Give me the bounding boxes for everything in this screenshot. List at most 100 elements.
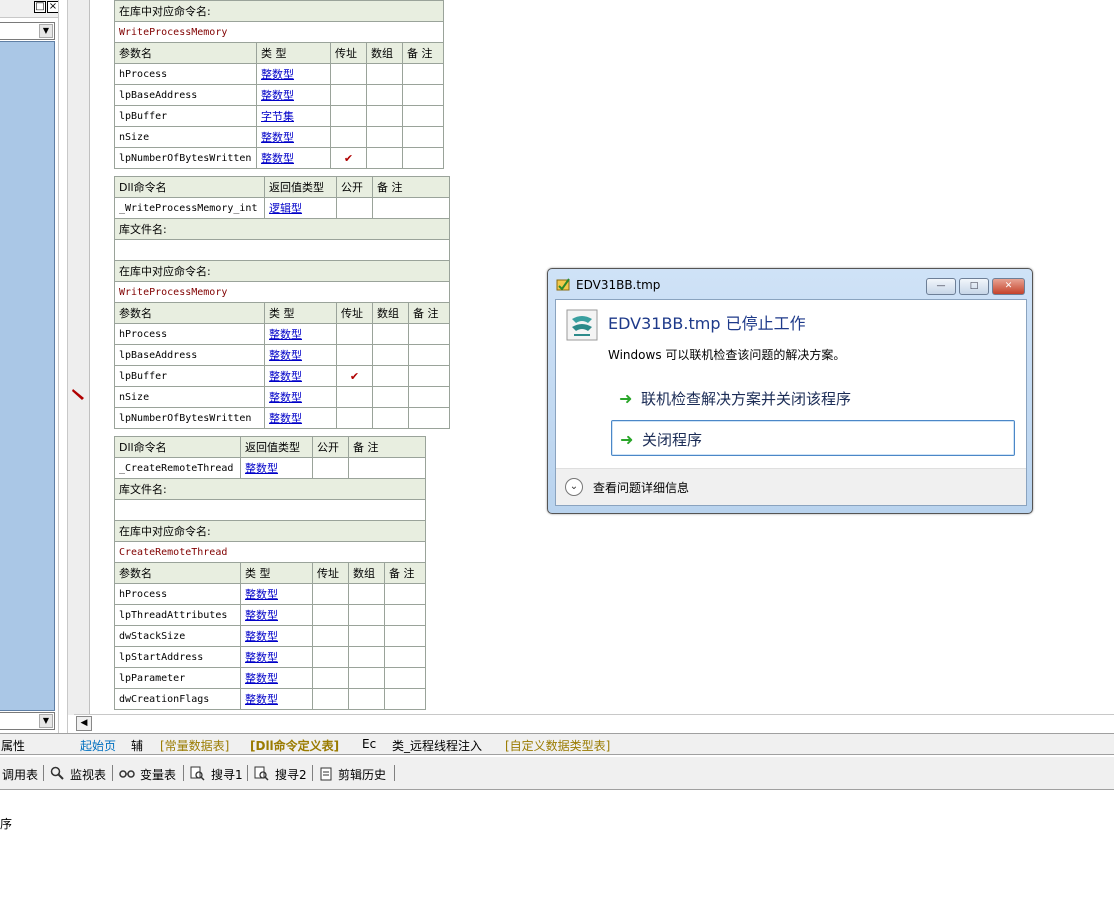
table-row[interactable]: lpBuffer 整数型 ✔ <box>114 365 450 387</box>
param-byref[interactable] <box>312 646 349 668</box>
table-row[interactable]: hProcess 整数型 <box>114 323 450 345</box>
table-row[interactable]: dwCreationFlags 整数型 <box>114 688 426 710</box>
restore-button[interactable]: □ <box>34 1 46 13</box>
maximize-button[interactable]: □ <box>959 278 989 295</box>
param-name[interactable]: lpBuffer <box>114 365 265 387</box>
param-name[interactable]: hProcess <box>114 583 241 605</box>
param-note[interactable] <box>408 386 450 408</box>
param-note[interactable] <box>402 84 444 106</box>
left-pane-tree[interactable] <box>0 41 55 711</box>
editor-hscrollbar[interactable]: ◀ <box>74 714 1114 731</box>
param-byref[interactable] <box>330 84 367 106</box>
param-name[interactable]: lpStartAddress <box>114 646 241 668</box>
find2-button[interactable]: 搜寻2 <box>275 766 307 783</box>
param-name[interactable]: lpNumberOfBytesWritten <box>114 147 257 169</box>
tab-properties[interactable]: 属性 <box>1 737 25 754</box>
param-note[interactable] <box>384 667 426 689</box>
lib-file-value[interactable] <box>114 239 450 261</box>
dialog-close-button[interactable]: ✕ <box>992 278 1025 295</box>
left-pane-bottom-combo[interactable]: ▼ <box>0 712 55 730</box>
param-array[interactable] <box>348 604 385 626</box>
tab-remote-thread-class[interactable]: 类_远程线程注入 <box>392 737 482 754</box>
param-note[interactable] <box>408 344 450 366</box>
param-type[interactable]: 整数型 <box>256 126 331 148</box>
param-array[interactable] <box>366 126 403 148</box>
table-row[interactable]: hProcess 整数型 <box>114 63 444 85</box>
note-cell[interactable] <box>372 197 450 219</box>
note-cell[interactable] <box>348 457 426 479</box>
tab-ec[interactable]: Ec <box>362 737 376 751</box>
param-name[interactable]: lpBaseAddress <box>114 344 265 366</box>
param-array[interactable] <box>372 386 409 408</box>
param-name[interactable]: lpThreadAttributes <box>114 604 241 626</box>
minimize-button[interactable]: — <box>926 278 956 295</box>
param-array[interactable] <box>348 625 385 647</box>
param-name[interactable]: lpParameter <box>114 667 241 689</box>
close-program-option[interactable]: ➜ 关闭程序 <box>611 420 1015 456</box>
tab-custom-types[interactable]: [自定义数据类型表] <box>505 737 610 754</box>
param-byref[interactable] <box>330 63 367 85</box>
table-row[interactable]: hProcess 整数型 <box>114 583 426 605</box>
param-array[interactable] <box>366 147 403 169</box>
param-byref[interactable] <box>312 667 349 689</box>
public-cell[interactable] <box>312 457 349 479</box>
dll-name[interactable]: _CreateRemoteThread <box>114 457 241 479</box>
param-type[interactable]: 整数型 <box>240 604 313 626</box>
param-type[interactable]: 字节集 <box>256 105 331 127</box>
tab-aux[interactable]: 辅 <box>131 737 143 754</box>
param-byref[interactable] <box>336 407 373 429</box>
lib-value[interactable]: WriteProcessMemory <box>114 21 444 43</box>
public-cell[interactable] <box>336 197 373 219</box>
param-name[interactable]: lpBuffer <box>114 105 257 127</box>
param-note[interactable] <box>384 625 426 647</box>
param-type[interactable]: 整数型 <box>264 323 337 345</box>
param-name[interactable]: lpBaseAddress <box>114 84 257 106</box>
param-note[interactable] <box>384 604 426 626</box>
param-byref[interactable] <box>336 344 373 366</box>
param-array[interactable] <box>372 344 409 366</box>
param-note[interactable] <box>402 63 444 85</box>
table-row[interactable]: lpBaseAddress 整数型 <box>114 344 450 366</box>
left-pane-combo[interactable]: ▼ <box>0 22 55 40</box>
lib-value[interactable]: CreateRemoteThread <box>114 541 426 563</box>
combo-dropdown-icon[interactable]: ▼ <box>39 24 53 38</box>
param-name[interactable]: nSize <box>114 386 265 408</box>
dll-name[interactable]: _WriteProcessMemory_int <box>114 197 265 219</box>
param-array[interactable] <box>348 688 385 710</box>
param-note[interactable] <box>402 105 444 127</box>
param-type[interactable]: 整数型 <box>256 84 331 106</box>
param-note[interactable] <box>384 583 426 605</box>
param-type[interactable]: 整数型 <box>256 63 331 85</box>
param-array[interactable] <box>372 407 409 429</box>
tab-constants[interactable]: [常量数据表] <box>160 737 229 754</box>
return-type[interactable]: 逻辑型 <box>264 197 337 219</box>
table-row[interactable]: _WriteProcessMemory_int 逻辑型 <box>114 197 450 219</box>
param-name[interactable]: hProcess <box>114 323 265 345</box>
param-byref[interactable]: ✔ <box>330 147 367 169</box>
splitter[interactable] <box>58 0 68 735</box>
param-type[interactable]: 整数型 <box>240 688 313 710</box>
view-details-link[interactable]: 查看问题详细信息 <box>593 479 689 496</box>
param-note[interactable] <box>408 365 450 387</box>
param-type[interactable]: 整数型 <box>256 147 331 169</box>
param-byref[interactable]: ✔ <box>336 365 373 387</box>
param-type[interactable]: 整数型 <box>264 386 337 408</box>
param-type[interactable]: 整数型 <box>240 625 313 647</box>
param-array[interactable] <box>348 583 385 605</box>
table-row[interactable]: lpNumberOfBytesWritten 整数型 ✔ <box>114 147 444 169</box>
param-note[interactable] <box>408 407 450 429</box>
param-byref[interactable] <box>336 323 373 345</box>
param-name[interactable]: nSize <box>114 126 257 148</box>
tab-dll-commands[interactable]: [Dll命令定义表] <box>250 737 339 754</box>
param-array[interactable] <box>372 365 409 387</box>
table-row[interactable]: lpThreadAttributes 整数型 <box>114 604 426 626</box>
param-type[interactable]: 整数型 <box>264 365 337 387</box>
param-array[interactable] <box>366 105 403 127</box>
param-byref[interactable] <box>336 386 373 408</box>
table-row[interactable]: lpStartAddress 整数型 <box>114 646 426 668</box>
table-row[interactable]: _CreateRemoteThread 整数型 <box>114 457 426 479</box>
param-byref[interactable] <box>330 105 367 127</box>
param-note[interactable] <box>384 646 426 668</box>
param-byref[interactable] <box>312 625 349 647</box>
param-note[interactable] <box>402 126 444 148</box>
